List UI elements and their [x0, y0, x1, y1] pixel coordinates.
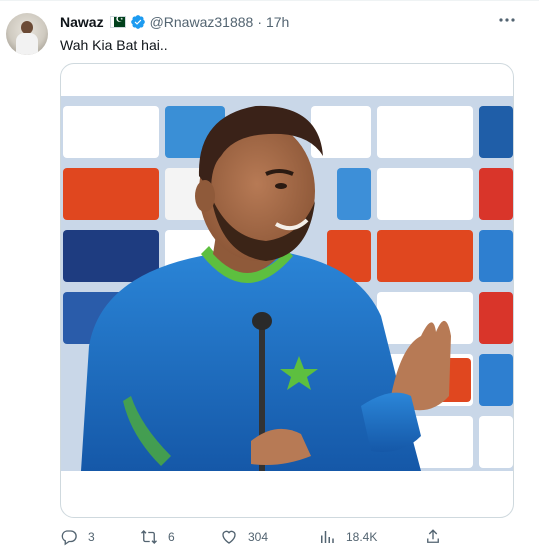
- reply-count: 3: [88, 530, 95, 544]
- separator-dot: ·: [257, 14, 262, 30]
- tweet-time[interactable]: 17h: [266, 14, 289, 30]
- author-name[interactable]: Nawaz: [60, 14, 104, 30]
- tweet-text: Wah Kia Bat hai..: [60, 37, 168, 53]
- reply-icon: [61, 530, 77, 546]
- avatar[interactable]: [6, 13, 48, 55]
- reply-button[interactable]: 3: [60, 525, 95, 549]
- media-photo[interactable]: [61, 96, 513, 471]
- share-icon: [427, 529, 439, 543]
- views-button[interactable]: 18.4K: [318, 525, 377, 549]
- views-count: 18.4K: [346, 530, 378, 544]
- tweet-header: Nawaz @Rnawaz31888 · 17h: [60, 13, 289, 31]
- share-button[interactable]: [424, 525, 442, 549]
- retweet-button[interactable]: 6: [140, 525, 175, 549]
- retweet-count: 6: [168, 530, 175, 544]
- tweet-actions: 3 6 304 18.4K: [60, 525, 440, 549]
- like-button[interactable]: 304: [220, 525, 268, 549]
- author-handle[interactable]: @Rnawaz31888: [150, 14, 254, 30]
- tweet-card[interactable]: Nawaz @Rnawaz31888 · 17h Wah Kia Bat hai…: [0, 0, 539, 558]
- tweet-media[interactable]: [60, 63, 514, 518]
- retweet-icon: [141, 530, 157, 544]
- verified-badge-icon: [130, 15, 145, 29]
- heart-icon: [222, 530, 236, 544]
- analytics-icon: [321, 531, 334, 543]
- pakistan-flag-icon: [109, 14, 126, 28]
- like-count: 304: [248, 530, 269, 544]
- avatar-body: [16, 33, 38, 55]
- more-options-icon[interactable]: [497, 13, 517, 27]
